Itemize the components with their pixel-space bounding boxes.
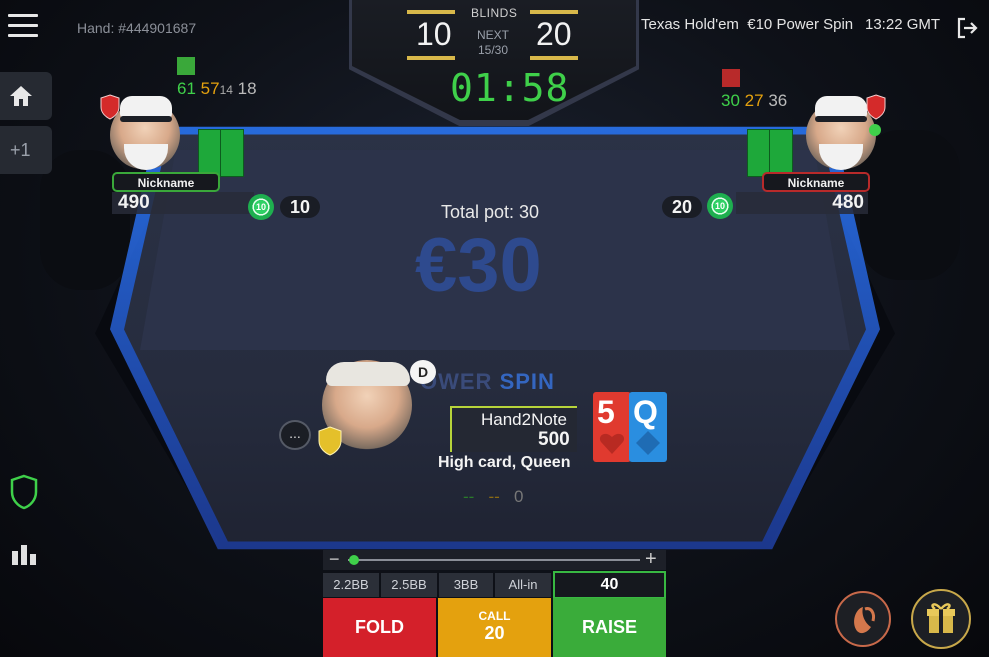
hero-hat <box>326 362 410 386</box>
hero-card-2-rank: Q <box>633 394 658 430</box>
call-label: CALL <box>478 609 511 623</box>
right-player-stats: 30 27 36 <box>721 91 787 111</box>
right-player-online-dot <box>869 124 881 136</box>
bet-slider-track[interactable] <box>348 559 640 561</box>
stat-hands: 36 <box>768 91 788 110</box>
right-player-cap <box>815 96 867 118</box>
game-info: Texas Hold'em €10 Power Spin <box>641 16 853 33</box>
blinds-label: BLINDS <box>471 6 518 20</box>
left-player-bet: 10 <box>280 196 320 218</box>
logo-word-right: SPIN <box>499 369 555 394</box>
shield-icon[interactable] <box>10 474 38 510</box>
hero-card-1: 5 <box>593 392 631 462</box>
blinds-timer: 01:58 <box>450 66 570 110</box>
stat-pfr: 57 <box>200 79 220 98</box>
right-player-stack: 480 <box>736 192 868 214</box>
menu-icon[interactable] <box>8 14 38 40</box>
hero-card-2: Q <box>629 392 667 462</box>
power-spin-logo: OWER SPIN <box>420 369 555 395</box>
right-player-chip-icon: 10 <box>707 193 733 219</box>
big-blind-bar-top <box>530 10 578 14</box>
total-pot: Total pot: 30 <box>441 202 540 222</box>
preset-2-2bb-button[interactable]: 2.2BB <box>323 573 379 597</box>
call-amount: 20 <box>484 623 505 643</box>
rabbit-hunt-button[interactable] <box>835 591 891 647</box>
hand-id: Hand: #444901687 <box>77 20 197 36</box>
right-player-nickname[interactable]: Nickname <box>762 172 870 192</box>
slider-increase-button[interactable]: + <box>645 548 657 571</box>
left-player-stats: 61 5714 18 <box>177 79 257 99</box>
hero-stats: -- -- 0 <box>463 487 523 507</box>
left-player-card-2 <box>220 129 244 177</box>
home-icon <box>8 84 34 108</box>
small-blind: 10 <box>416 16 452 52</box>
stat-hands: 18 <box>237 79 257 98</box>
left-player-stack: 490 <box>112 192 254 214</box>
right-player-cap-brim <box>815 116 867 122</box>
hand-description: High card, Queen <box>438 454 571 471</box>
right-player-status-indicator <box>722 69 740 87</box>
left-player-cap <box>120 96 172 118</box>
chair-right <box>860 130 960 280</box>
right-player-card-2 <box>769 129 793 177</box>
next-blinds: 15/30 <box>478 43 509 57</box>
left-player-cap-brim <box>120 116 172 122</box>
preset-3bb-button[interactable]: 3BB <box>439 573 493 597</box>
left-player-nickname[interactable]: Nickname <box>112 172 220 192</box>
right-player-card-1 <box>747 129 771 177</box>
add-table-label: +1 <box>10 140 31 160</box>
left-player-status-indicator <box>177 57 195 75</box>
left-player-chip-icon: 10 <box>248 194 274 220</box>
hero-stack: 500 <box>538 429 570 450</box>
big-blind-bar-bottom <box>530 56 578 60</box>
call-button[interactable]: CALL 20 <box>438 598 551 657</box>
diamond-suit-icon <box>636 431 660 455</box>
pot-amount: €30 <box>415 223 542 308</box>
chat-icon[interactable]: ... <box>279 420 311 450</box>
stat-pfr-sub: 14 <box>219 83 233 97</box>
big-blind: 20 <box>536 16 572 52</box>
stat-vpip: 30 <box>721 91 740 110</box>
hero-name: Hand2Note <box>481 410 568 429</box>
game-stake: €10 Power Spin <box>747 16 854 33</box>
gift-icon <box>927 603 955 633</box>
right-player-bet: 20 <box>662 196 702 218</box>
right-player-shield-icon <box>866 94 886 120</box>
fold-button[interactable]: FOLD <box>323 598 436 657</box>
left-player-card-1 <box>198 129 222 177</box>
bet-slider-handle[interactable] <box>349 555 359 565</box>
preset-all-in-button[interactable]: All-in <box>495 573 551 597</box>
gift-button[interactable] <box>911 589 971 649</box>
stat-pfr: -- <box>488 487 500 506</box>
hero-card-1-rank: 5 <box>597 394 615 430</box>
stat-hands: 0 <box>514 487 524 506</box>
stat-vpip: -- <box>463 487 475 506</box>
small-blind-bar-top <box>407 10 455 14</box>
preset-2-5bb-button[interactable]: 2.5BB <box>381 573 437 597</box>
clock: 13:22 GMT <box>865 16 941 33</box>
game-name: Texas Hold'em <box>641 16 739 33</box>
exit-icon[interactable] <box>955 16 979 40</box>
raise-amount-input[interactable]: 40 <box>553 571 666 599</box>
dealer-button: D <box>410 360 436 384</box>
next-label: NEXT <box>477 28 510 42</box>
raise-button[interactable]: RAISE <box>553 598 666 657</box>
slider-decrease-button[interactable]: − <box>329 549 340 570</box>
hero-shield-icon[interactable] <box>318 426 342 456</box>
small-blind-bar-bottom <box>407 56 455 60</box>
heart-suit-icon <box>599 433 625 454</box>
stat-vpip: 61 <box>177 79 196 98</box>
stat-pfr: 27 <box>744 91 764 110</box>
chair-left <box>40 150 130 290</box>
stats-icon[interactable] <box>11 543 37 565</box>
rabbit-icon <box>854 607 875 634</box>
